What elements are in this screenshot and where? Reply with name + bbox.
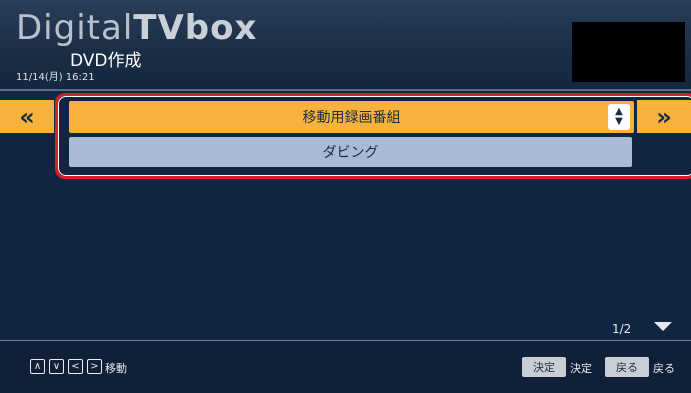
right-key-icon: > [87, 359, 102, 374]
prev-category-button[interactable]: « [0, 100, 54, 133]
header: DigitalTVbox DVD作成 11/14(月) 16:21 [0, 0, 691, 90]
up-down-stepper-icon[interactable]: ▲ ▼ [608, 104, 630, 130]
menu-item-label: 移動用録画番組 [302, 110, 401, 126]
menu-item-label: ダビング [322, 145, 379, 161]
tv-preview-window [572, 22, 685, 82]
menu-item-mobile-recordings[interactable]: 移動用録画番組 [69, 101, 634, 133]
tv-screen: DigitalTVbox DVD作成 11/14(月) 16:21 « » 移動… [0, 0, 691, 393]
datetime: 11/14(月) 16:21 [16, 72, 95, 83]
move-hint: 移動 [105, 362, 127, 375]
ok-button[interactable]: 決定 [522, 357, 566, 377]
menu-item-dubbing[interactable]: ダビング [69, 137, 632, 167]
page-indicator: 1/2 [612, 322, 632, 336]
back-button[interactable]: 戻る [605, 357, 649, 377]
logo-text-digital: Digital [16, 8, 134, 48]
left-key-icon: < [68, 359, 83, 374]
down-key-icon: ∨ [49, 359, 64, 374]
double-chevron-left-icon: « [19, 102, 35, 131]
page-down-icon[interactable] [654, 322, 672, 331]
app-logo: DigitalTVbox [16, 10, 257, 46]
up-key-icon: ∧ [30, 359, 45, 374]
logo-text-tvbox: TVbox [133, 8, 258, 48]
back-hint: 戻る [653, 362, 675, 375]
ok-hint: 決定 [570, 362, 592, 375]
chevron-down-icon: ▼ [615, 116, 623, 127]
header-divider [0, 89, 691, 91]
